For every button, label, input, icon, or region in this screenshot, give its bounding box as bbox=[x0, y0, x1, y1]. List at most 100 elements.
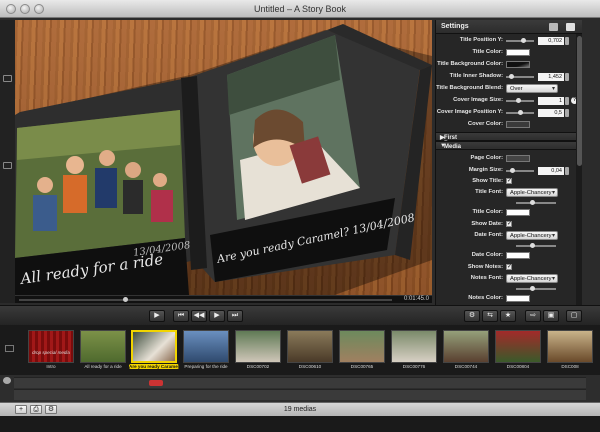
title-font-size-slider[interactable] bbox=[516, 200, 556, 205]
filmstrip-item[interactable]: DSC008 bbox=[547, 330, 593, 372]
page-color-swatch[interactable] bbox=[506, 155, 530, 162]
notes-font-select[interactable]: Apple-Chancery bbox=[506, 274, 558, 284]
export-icon[interactable]: ⇨ bbox=[525, 310, 541, 322]
show-title-row: Show Title: bbox=[436, 177, 582, 187]
filmstrip-item-selected[interactable]: Are you ready Caramel? bbox=[129, 330, 179, 372]
title-color-swatch[interactable] bbox=[506, 49, 530, 56]
book-preview-stage[interactable]: All ready for a ride 13/04/2008 Are you … bbox=[15, 20, 432, 303]
cover-image-size-slider[interactable] bbox=[506, 98, 534, 103]
play-button[interactable]: ▶ bbox=[209, 310, 225, 322]
audio-marker[interactable] bbox=[149, 380, 163, 386]
title-position-y-field[interactable]: 0,702 bbox=[538, 37, 564, 45]
scrubber-knob[interactable] bbox=[123, 297, 128, 302]
filmstrip-item[interactable]: DSC00776 bbox=[391, 330, 437, 372]
page-icon[interactable] bbox=[5, 345, 14, 352]
cover-color-swatch[interactable] bbox=[506, 121, 530, 128]
title-bg-blend-row: Title Background Blend: Over bbox=[436, 84, 582, 94]
title-inner-shadow-stepper[interactable] bbox=[565, 73, 569, 81]
title-bg-color-swatch[interactable] bbox=[506, 61, 530, 68]
cover-image-size-row: Cover Image Size: 1 ? bbox=[453, 97, 578, 105]
title-color-row: Title Color: bbox=[436, 48, 582, 58]
title-inner-shadow-slider[interactable] bbox=[506, 74, 534, 79]
title-position-y-row: Title Position Y: 0,702 bbox=[436, 36, 582, 46]
cover-image-pos-y-stepper[interactable] bbox=[565, 109, 569, 117]
intro-slot[interactable]: drop special media Intro bbox=[28, 330, 74, 372]
timeline-scrubber[interactable]: 0:01:45.0 bbox=[15, 295, 432, 303]
media-filmstrip[interactable]: drop special media Intro All ready for a… bbox=[0, 325, 600, 375]
window-title: Untitled – A Story Book bbox=[253, 4, 347, 14]
page-color-row: Page Color: bbox=[436, 154, 582, 164]
filmstrip-item[interactable]: DSC00765 bbox=[339, 330, 385, 372]
first-page-section[interactable]: ▶ First Page bbox=[436, 132, 576, 147]
filmstrip-item[interactable]: DSC00804 bbox=[495, 330, 541, 372]
cover-image-pos-y-row: Cover Image Position Y: 0,5 bbox=[436, 108, 582, 118]
rewind-button[interactable]: ⏮ bbox=[173, 310, 189, 322]
audio-tracks bbox=[0, 375, 600, 402]
settings-gear-icon[interactable]: ⚙ bbox=[464, 310, 480, 322]
notes-font-size-row bbox=[436, 284, 582, 294]
page-layout-icon[interactable] bbox=[3, 162, 12, 169]
title-bar: Untitled – A Story Book bbox=[0, 0, 600, 18]
favorite-star-icon[interactable]: ★ bbox=[500, 310, 516, 322]
settings-scrollbar[interactable] bbox=[576, 34, 582, 305]
notes-font-size-slider[interactable] bbox=[516, 286, 556, 291]
eye-icon[interactable] bbox=[3, 377, 11, 384]
filmstrip-item[interactable]: DSC00702 bbox=[235, 330, 281, 372]
settings-title: Settings bbox=[441, 23, 469, 30]
title-bg-blend-select[interactable]: Over bbox=[506, 84, 558, 94]
media-count: 19 medias bbox=[283, 406, 317, 413]
page-layout-icon[interactable] bbox=[3, 75, 12, 82]
timecode: 0:01:45.0 bbox=[403, 296, 429, 302]
transition-icon[interactable]: ⇆ bbox=[482, 310, 498, 322]
margin-size-field[interactable]: 0,04 bbox=[538, 167, 564, 175]
margin-size-row: Margin Size: 0,04 bbox=[436, 166, 582, 176]
play-preview-button[interactable]: ▶ bbox=[149, 310, 165, 322]
margin-size-slider[interactable] bbox=[506, 168, 534, 173]
filmstrip-item[interactable]: DSC00610 bbox=[287, 330, 333, 372]
title-inner-shadow-row: Title Inner Shadow: 1,452 bbox=[436, 72, 582, 82]
cover-image-size-field[interactable]: 1 bbox=[538, 97, 564, 105]
cover-color-row: Cover Color: bbox=[436, 120, 582, 130]
title-position-y-stepper[interactable] bbox=[565, 37, 569, 45]
audio-track-1[interactable] bbox=[14, 377, 586, 388]
title-bg-color-row: Title Background Color: bbox=[436, 60, 582, 70]
filmstrip-item[interactable]: Preparing for the ride bbox=[183, 330, 229, 372]
notes-font-row: Notes Font: Apple-Chancery bbox=[436, 274, 582, 284]
media-section[interactable]: ▼ Media bbox=[436, 141, 576, 150]
star-icon[interactable] bbox=[566, 23, 575, 31]
margin-size-stepper[interactable] bbox=[565, 167, 569, 175]
media-browser-icon[interactable]: ▣ bbox=[543, 310, 559, 322]
show-title-checkbox[interactable] bbox=[506, 177, 512, 184]
date-color-swatch[interactable] bbox=[506, 252, 530, 259]
status-bar: + ⎙ ⚙ 19 medias bbox=[0, 402, 600, 416]
title-font-select[interactable]: Apple-Chancery bbox=[506, 188, 558, 198]
date-font-size-slider[interactable] bbox=[516, 243, 556, 248]
notes-color-swatch[interactable] bbox=[506, 295, 530, 302]
show-date-row: Show Date: bbox=[436, 220, 582, 230]
show-notes-checkbox[interactable] bbox=[506, 263, 512, 270]
filmstrip-item[interactable]: DSC00744 bbox=[443, 330, 489, 372]
date-font-select[interactable]: Apple-Chancery bbox=[506, 231, 558, 241]
inspector-icon[interactable] bbox=[549, 23, 558, 31]
show-date-checkbox[interactable] bbox=[506, 220, 512, 227]
media-title-color-row: Title Color: bbox=[436, 208, 582, 218]
title-inner-shadow-field[interactable]: 1,452 bbox=[538, 73, 564, 81]
date-color-row: Date Color: bbox=[436, 251, 582, 261]
media-title-color-swatch[interactable] bbox=[506, 209, 530, 216]
filmstrip-item[interactable]: All ready for a ride bbox=[80, 330, 126, 372]
fullscreen-icon[interactable]: ▢ bbox=[566, 310, 582, 322]
next-button[interactable]: ⏭ bbox=[227, 310, 243, 322]
back-button[interactable]: ◀◀ bbox=[191, 310, 207, 322]
audio-track-2[interactable] bbox=[14, 389, 586, 400]
cover-image-size-stepper[interactable] bbox=[565, 97, 569, 105]
title-font-size-row bbox=[436, 198, 582, 208]
show-notes-row: Show Notes: bbox=[436, 263, 582, 273]
left-tool-strip bbox=[0, 20, 15, 303]
cover-image-pos-y-field[interactable]: 0,5 bbox=[538, 109, 564, 117]
date-font-size-row bbox=[436, 241, 582, 251]
settings-panel: Settings Title Position Y: 0,702 Title C… bbox=[435, 20, 582, 305]
title-position-y-slider[interactable] bbox=[506, 38, 534, 43]
title-font-row: Title Font: Apple-Chancery bbox=[436, 188, 582, 198]
transport-toolbar: ▶ ⏮ ◀◀ ▶ ⏭ ⚙ ⇆ ★ ⇨ ▣ ▢ bbox=[0, 305, 600, 325]
cover-image-pos-y-slider[interactable] bbox=[506, 110, 534, 115]
